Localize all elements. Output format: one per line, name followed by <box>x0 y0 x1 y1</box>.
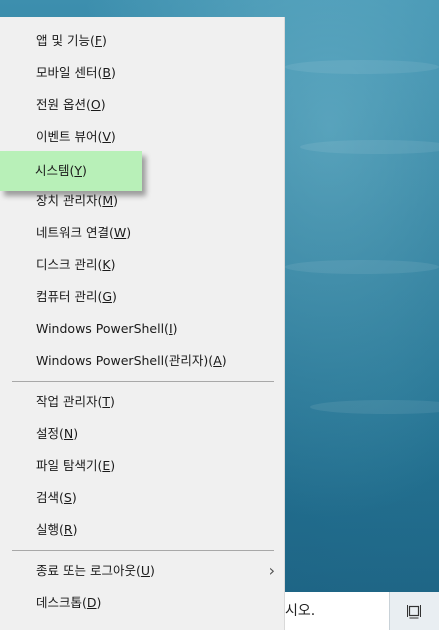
menu-item-apps-features[interactable]: 앱 및 기능(F) <box>0 25 285 57</box>
chevron-right-icon: › <box>268 561 275 580</box>
menu-separator <box>12 550 274 551</box>
taskbar-search-box[interactable]: 시오. <box>285 592 389 630</box>
menu-separator <box>12 381 274 382</box>
desktop-background: 앱 및 기능(F) 모바일 센터(B) 전원 옵션(O) 이벤트 뷰어(V) 장… <box>0 0 439 630</box>
menu-item-settings[interactable]: 설정(N) <box>0 418 285 450</box>
menu-item-task-manager[interactable]: 작업 관리자(T) <box>0 386 285 418</box>
menu-item-system[interactable]: 시스템(Y) <box>0 151 142 191</box>
task-view-icon <box>407 605 421 619</box>
menu-item-network-connections[interactable]: 네트워크 연결(W) <box>0 217 285 249</box>
menu-item-desktop[interactable]: 데스크톱(D) <box>0 587 285 619</box>
water-ripple <box>300 140 439 154</box>
menu-item-run[interactable]: 실행(R) <box>0 514 285 546</box>
menu-item-powershell-admin[interactable]: Windows PowerShell(관리자)(A) <box>0 345 285 377</box>
task-view-button[interactable] <box>389 592 439 630</box>
menu-item-power-options[interactable]: 전원 옵션(O) <box>0 89 285 121</box>
water-ripple <box>285 60 439 74</box>
menu-item-shutdown-signout[interactable]: 종료 또는 로그아웃(U) › <box>0 555 285 587</box>
menu-item-search[interactable]: 검색(S) <box>0 482 285 514</box>
quick-link-menu: 앱 및 기능(F) 모바일 센터(B) 전원 옵션(O) 이벤트 뷰어(V) 장… <box>0 17 285 630</box>
water-ripple <box>310 400 439 414</box>
search-box-text: 시오. <box>285 603 316 619</box>
menu-item-file-explorer[interactable]: 파일 탐색기(E) <box>0 450 285 482</box>
menu-item-computer-management[interactable]: 컴퓨터 관리(G) <box>0 281 285 313</box>
menu-item-event-viewer[interactable]: 이벤트 뷰어(V) <box>0 121 285 153</box>
menu-item-mobility-center[interactable]: 모바일 센터(B) <box>0 57 285 89</box>
menu-item-disk-management[interactable]: 디스크 관리(K) <box>0 249 285 281</box>
water-ripple <box>285 260 439 274</box>
menu-item-powershell[interactable]: Windows PowerShell(I) <box>0 313 285 345</box>
